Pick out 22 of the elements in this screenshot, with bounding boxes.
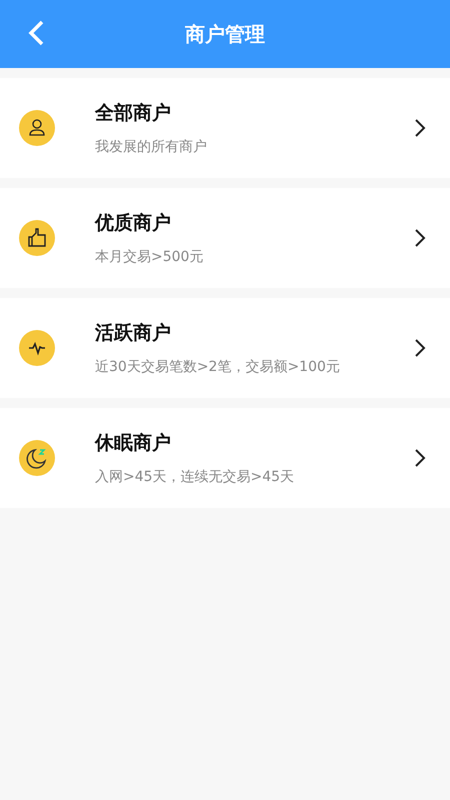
thumbs-up-icon	[19, 220, 55, 256]
item-subtitle: 本月交易>500元	[95, 248, 204, 266]
chevron-right-icon	[414, 448, 426, 468]
chevron-right-icon	[414, 338, 426, 358]
item-title: 全部商户	[95, 101, 172, 126]
list-item[interactable]: 休眠商户 入网>45天，连续无交易>45天	[0, 408, 450, 508]
chevron-right-icon	[414, 228, 426, 248]
pulse-icon	[19, 330, 55, 366]
moon-icon	[19, 440, 55, 476]
item-subtitle: 入网>45天，连续无交易>45天	[95, 468, 296, 486]
list-item[interactable]: 优质商户 本月交易>500元	[0, 188, 450, 288]
page-title: 商户管理	[185, 20, 265, 48]
item-subtitle: 我发展的所有商户	[95, 138, 208, 156]
back-button[interactable]	[26, 20, 46, 46]
chevron-right-icon	[414, 118, 426, 138]
person-icon	[19, 110, 55, 146]
list-item[interactable]: 活跃商户 近30天交易笔数>2笔，交易额>100元	[0, 298, 450, 398]
item-title: 活跃商户	[95, 321, 172, 346]
item-subtitle: 近30天交易笔数>2笔，交易额>100元	[95, 358, 341, 376]
item-title: 优质商户	[95, 211, 172, 236]
list-item[interactable]: 全部商户 我发展的所有商户	[0, 78, 450, 178]
item-title: 休眠商户	[95, 431, 172, 456]
